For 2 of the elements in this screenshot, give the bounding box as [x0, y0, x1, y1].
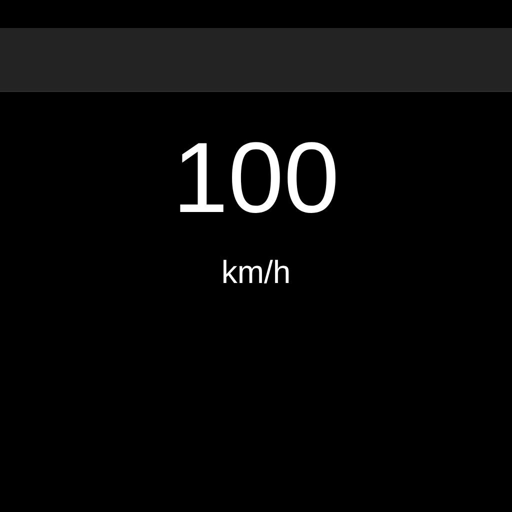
speed-unit: km/h — [221, 256, 291, 288]
speed-value: 100 — [172, 128, 340, 228]
